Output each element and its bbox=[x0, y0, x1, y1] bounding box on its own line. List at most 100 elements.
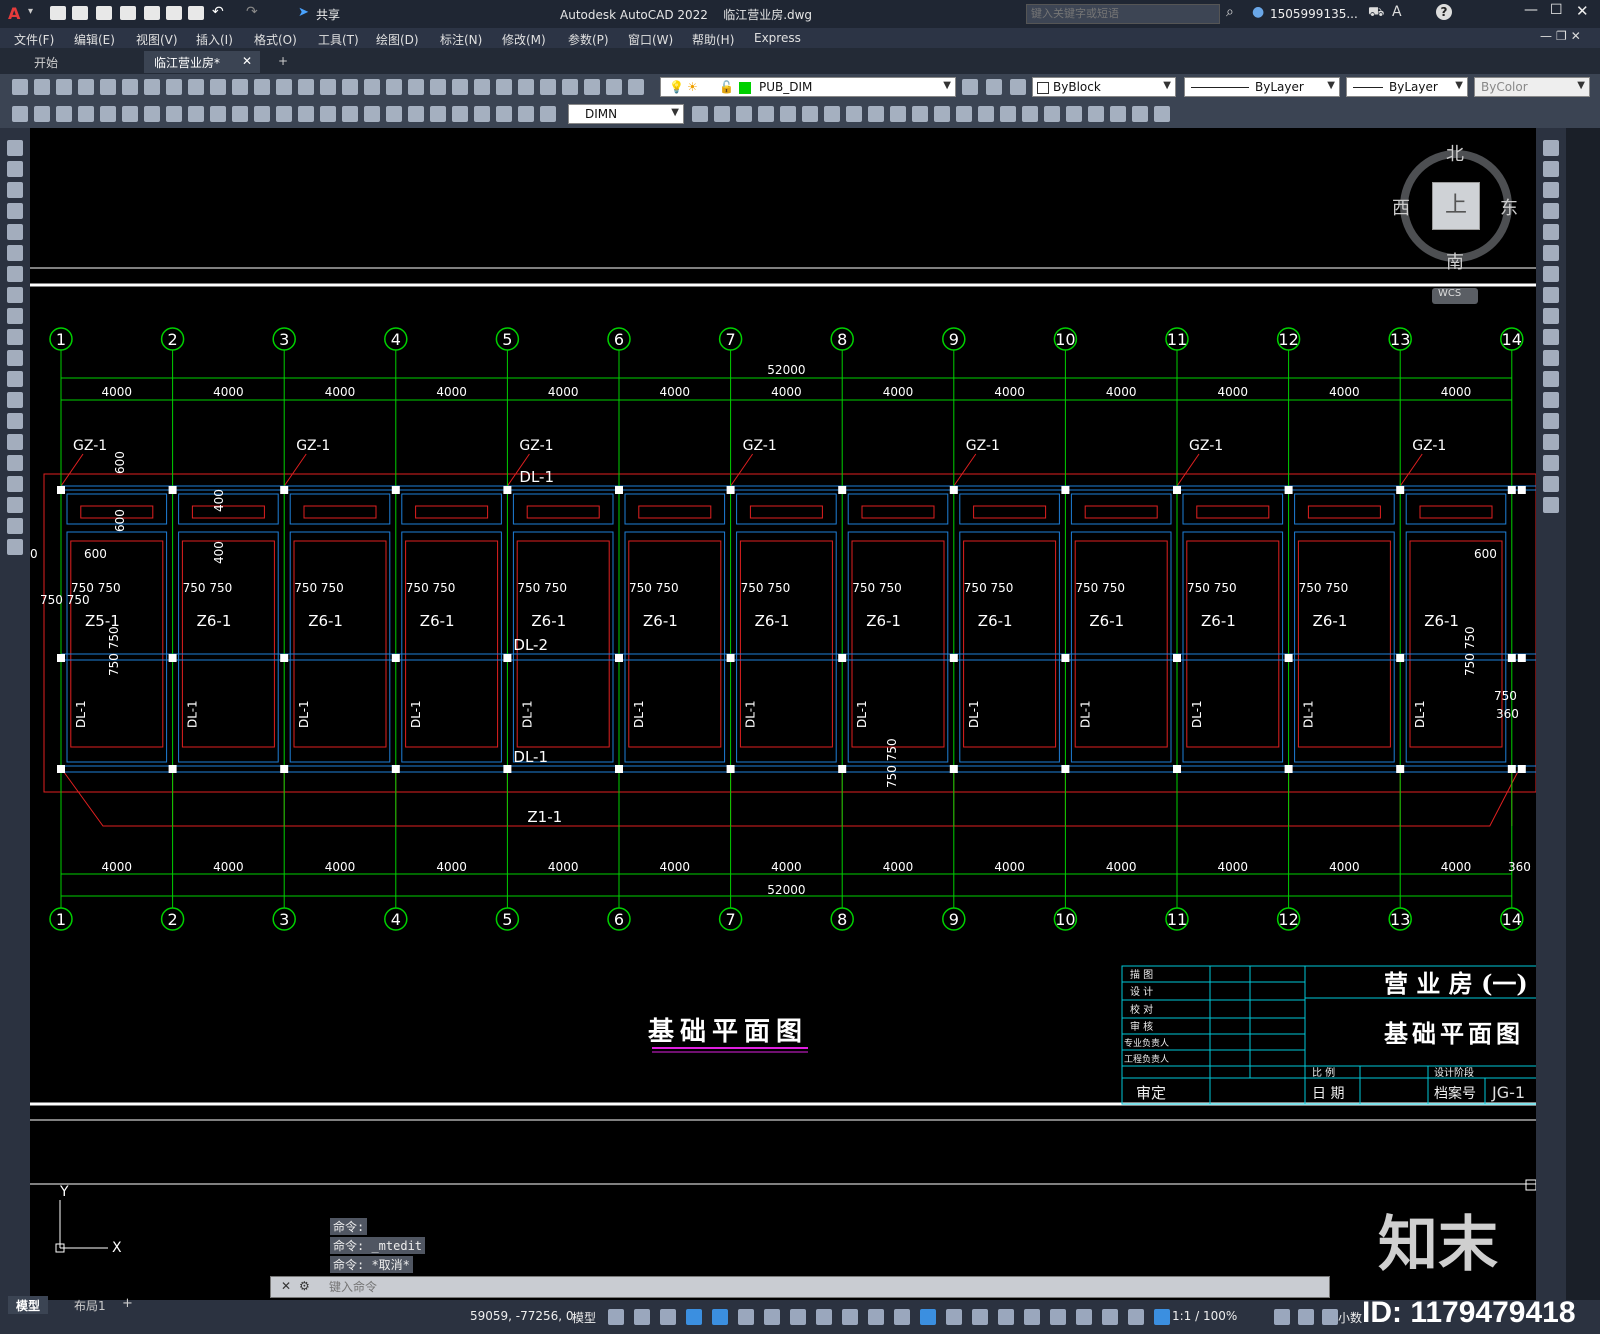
draw-tool-icon-10[interactable] bbox=[7, 350, 23, 366]
standard-tool-icon-25[interactable] bbox=[562, 79, 578, 95]
help-icon[interactable]: ? bbox=[1436, 4, 1452, 20]
standard-tool-icon-16[interactable] bbox=[364, 79, 380, 95]
modify-tool-icon-0[interactable] bbox=[1543, 140, 1559, 156]
draw-tool-icon-6[interactable] bbox=[7, 266, 23, 282]
wcs-menu-button[interactable]: WCS bbox=[1432, 288, 1478, 304]
modify-tool-icon-15[interactable] bbox=[1543, 455, 1559, 471]
modify-tool-icon-9[interactable] bbox=[890, 106, 906, 122]
modify-tool-icon-14[interactable] bbox=[1543, 434, 1559, 450]
dimension-tool-icon-9[interactable] bbox=[210, 106, 226, 122]
standard-tool-icon-13[interactable] bbox=[298, 79, 314, 95]
dimension-tool-icon-1[interactable] bbox=[34, 106, 50, 122]
share-button[interactable]: 共享 bbox=[316, 6, 340, 23]
modify-tool-icon-5[interactable] bbox=[1543, 245, 1559, 261]
dimension-tool-icon-22[interactable] bbox=[496, 106, 512, 122]
units-button[interactable]: 小数 bbox=[1338, 1309, 1362, 1326]
status-toggle-icon-22[interactable] bbox=[1274, 1309, 1290, 1325]
status-toggle-icon-0[interactable] bbox=[608, 1309, 624, 1325]
modify-tool-icon-3[interactable] bbox=[758, 106, 774, 122]
status-toggle-icon-5[interactable] bbox=[738, 1309, 754, 1325]
dimension-tool-icon-19[interactable] bbox=[430, 106, 446, 122]
dimension-tool-icon-14[interactable] bbox=[320, 106, 336, 122]
close-button[interactable]: ✕ bbox=[1576, 2, 1589, 20]
status-toggle-icon-19[interactable] bbox=[1102, 1309, 1118, 1325]
document-window-controls[interactable]: —❐✕ bbox=[1540, 29, 1585, 43]
draw-tool-icon-17[interactable] bbox=[7, 497, 23, 513]
dimension-tool-icon-4[interactable] bbox=[100, 106, 116, 122]
modify-tool-icon-20[interactable] bbox=[1132, 106, 1148, 122]
draw-tool-icon-11[interactable] bbox=[7, 371, 23, 387]
status-toggle-icon-20[interactable] bbox=[1128, 1309, 1144, 1325]
modify-tool-icon-12[interactable] bbox=[1543, 392, 1559, 408]
maximize-button[interactable]: ☐ bbox=[1550, 2, 1563, 18]
menu-item-4[interactable]: 格式(O) bbox=[254, 31, 297, 48]
tab-close-icon[interactable]: ✕ bbox=[242, 54, 252, 68]
menu-item-0[interactable]: 文件(F) bbox=[14, 31, 54, 48]
status-toggle-icon-2[interactable] bbox=[660, 1309, 676, 1325]
modify-tool-icon-14[interactable] bbox=[1000, 106, 1016, 122]
command-close-icon[interactable]: ✕ bbox=[281, 1279, 291, 1293]
draw-tool-icon-14[interactable] bbox=[7, 434, 23, 450]
dimension-tool-icon-6[interactable] bbox=[144, 106, 160, 122]
menu-item-11[interactable]: 帮助(H) bbox=[692, 31, 734, 48]
command-customize-icon[interactable]: ⚙ bbox=[299, 1279, 310, 1293]
status-toggle-icon-1[interactable] bbox=[634, 1309, 650, 1325]
draw-tool-icon-8[interactable] bbox=[7, 308, 23, 324]
standard-tool-icon-6[interactable] bbox=[144, 79, 160, 95]
dimension-tool-icon-20[interactable] bbox=[452, 106, 468, 122]
standard-tool-icon-10[interactable] bbox=[232, 79, 248, 95]
status-toggle-icon-9[interactable] bbox=[842, 1309, 858, 1325]
modify-tool-icon-7[interactable] bbox=[846, 106, 862, 122]
draw-tool-icon-3[interactable] bbox=[7, 203, 23, 219]
draw-tool-icon-13[interactable] bbox=[7, 413, 23, 429]
dimension-tool-icon-7[interactable] bbox=[166, 106, 182, 122]
standard-tool-icon-24[interactable] bbox=[540, 79, 556, 95]
standard-tool-icon-26[interactable] bbox=[584, 79, 600, 95]
new-file-icon[interactable] bbox=[50, 6, 66, 20]
status-toggle-icon-21[interactable] bbox=[1154, 1309, 1170, 1325]
modify-tool-icon-4[interactable] bbox=[1543, 224, 1559, 240]
model-space-button[interactable]: 模型 bbox=[572, 1309, 596, 1326]
modify-tool-icon-0[interactable] bbox=[692, 106, 708, 122]
status-toggle-icon-11[interactable] bbox=[894, 1309, 910, 1325]
dimension-tool-icon-10[interactable] bbox=[232, 106, 248, 122]
modify-tool-icon-17[interactable] bbox=[1066, 106, 1082, 122]
layout-tab-layout1[interactable]: 布局1 bbox=[66, 1296, 114, 1314]
coordinate-readout[interactable]: 59059, -77256, 0 bbox=[470, 1309, 574, 1323]
menu-item-8[interactable]: 修改(M) bbox=[502, 31, 546, 48]
menu-item-9[interactable]: 参数(P) bbox=[568, 31, 609, 48]
dimension-tool-icon-3[interactable] bbox=[78, 106, 94, 122]
save-icon[interactable] bbox=[96, 6, 112, 20]
color-dropdown[interactable]: ByBlock ▼ bbox=[1032, 77, 1176, 97]
draw-tool-icon-18[interactable] bbox=[7, 518, 23, 534]
modify-tool-icon-21[interactable] bbox=[1154, 106, 1170, 122]
menu-item-5[interactable]: 工具(T) bbox=[318, 31, 359, 48]
modify-tool-icon-7[interactable] bbox=[1543, 287, 1559, 303]
modify-tool-icon-19[interactable] bbox=[1110, 106, 1126, 122]
standard-tool-icon-11[interactable] bbox=[254, 79, 270, 95]
menu-item-10[interactable]: 窗口(W) bbox=[628, 31, 673, 48]
user-name[interactable]: 1505999135... bbox=[1270, 7, 1358, 21]
menu-item-6[interactable]: 绘图(D) bbox=[376, 31, 419, 48]
save-web-icon[interactable] bbox=[166, 6, 182, 20]
drawing-canvas[interactable]: 1 1 2 2 3 3 4 4 5 5 6 6 7 7 8 8 9 9 10 10 11 11 12 12 13 13 14 14 52… bbox=[30, 128, 1536, 1300]
dimension-tool-icon-0[interactable] bbox=[12, 106, 28, 122]
minimize-button[interactable]: — bbox=[1524, 2, 1538, 18]
modify-tool-icon-10[interactable] bbox=[1543, 350, 1559, 366]
dimension-tool-icon-5[interactable] bbox=[122, 106, 138, 122]
dimension-tool-icon-2[interactable] bbox=[56, 106, 72, 122]
draw-tool-icon-5[interactable] bbox=[7, 245, 23, 261]
draw-tool-icon-16[interactable] bbox=[7, 476, 23, 492]
search-input[interactable] bbox=[1026, 4, 1220, 24]
user-icon[interactable]: ● bbox=[1252, 4, 1264, 20]
standard-tool-icon-17[interactable] bbox=[386, 79, 402, 95]
layer-tool-icon-0[interactable] bbox=[962, 79, 978, 95]
standard-tool-icon-18[interactable] bbox=[408, 79, 424, 95]
draw-tool-icon-9[interactable] bbox=[7, 329, 23, 345]
draw-tool-icon-4[interactable] bbox=[7, 224, 23, 240]
status-toggle-icon-12[interactable] bbox=[920, 1309, 936, 1325]
dimension-tool-icon-21[interactable] bbox=[474, 106, 490, 122]
status-toggle-icon-18[interactable] bbox=[1076, 1309, 1092, 1325]
tab-document[interactable]: 临江营业房* ✕ bbox=[144, 51, 260, 73]
standard-tool-icon-9[interactable] bbox=[210, 79, 226, 95]
